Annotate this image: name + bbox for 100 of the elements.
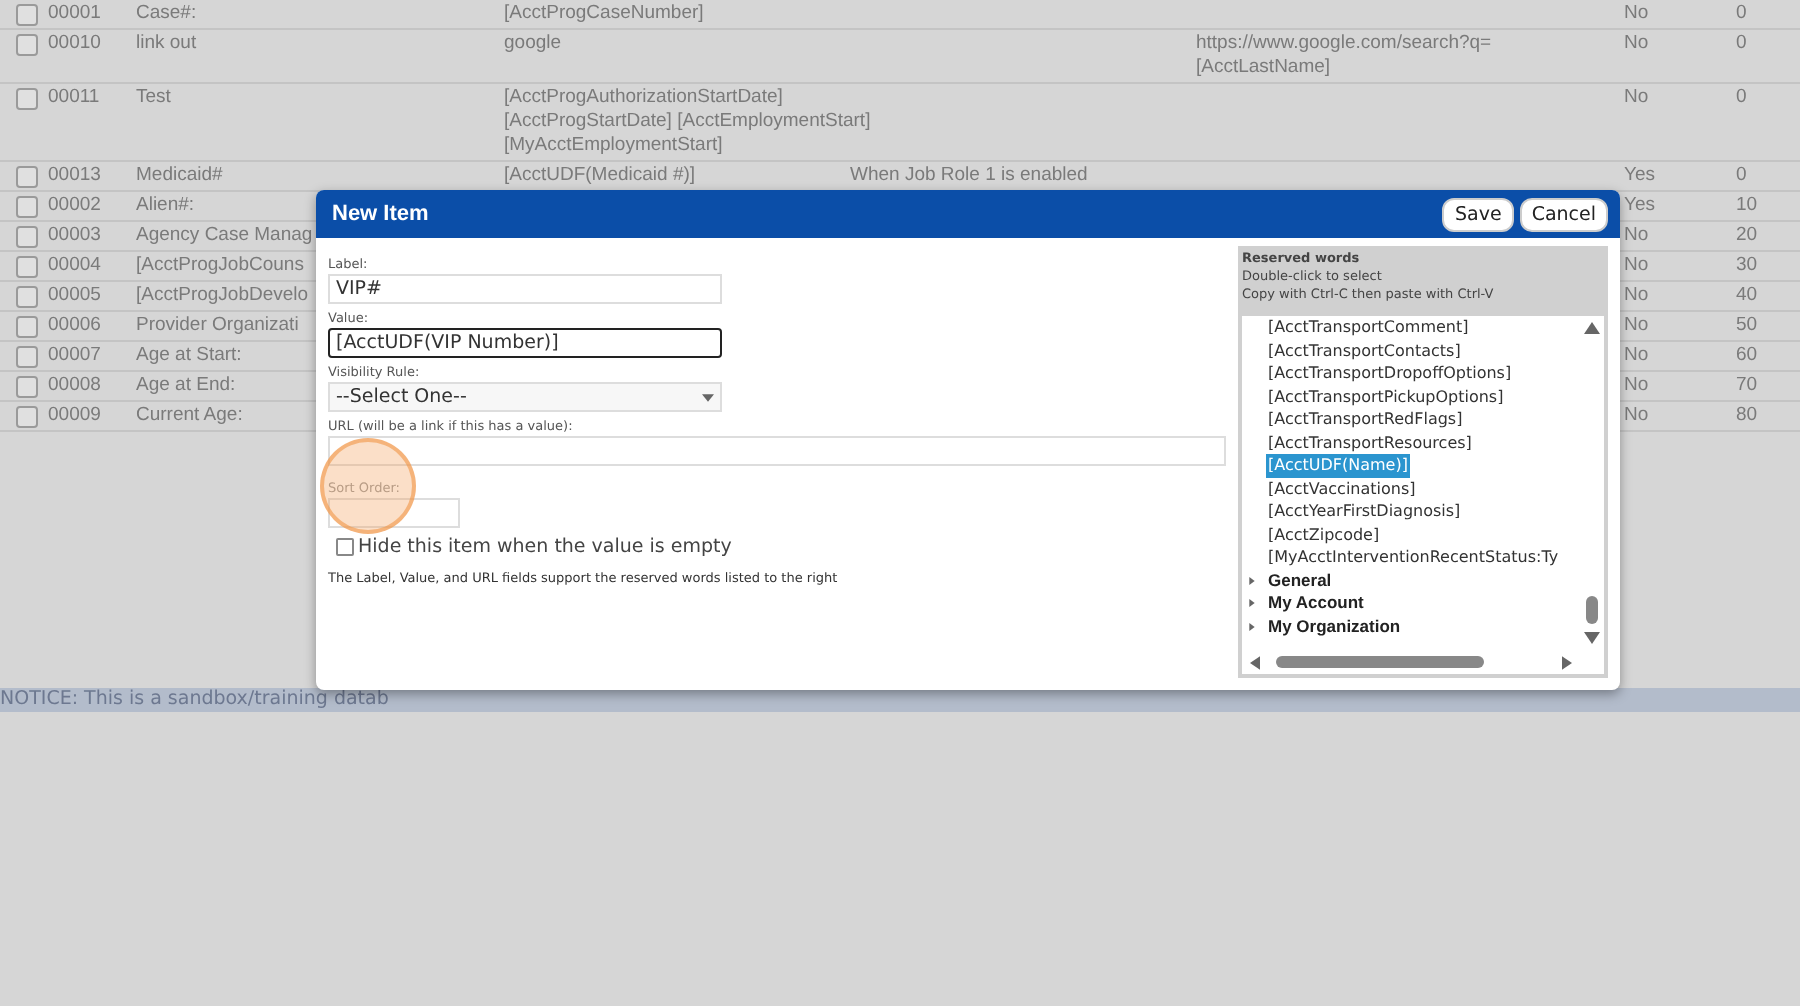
table-cell: Age at Start: (136, 344, 242, 368)
table-cell: 00006 (48, 314, 101, 338)
table-cell: Agency Case Manag (136, 224, 313, 248)
reserved-word-item[interactable]: [AcctTransportDropoffOptions] (1266, 362, 1514, 385)
notice-bar: NOTICE: This is a sandbox/training datab (0, 688, 1800, 712)
visibility-select[interactable]: --Select One-- (328, 382, 722, 412)
table-cell: 0 (1736, 164, 1747, 188)
value-input[interactable]: [AcctUDF(VIP Number)] (328, 328, 722, 358)
row-checkbox[interactable] (16, 4, 38, 26)
checkbox[interactable] (336, 538, 354, 556)
table-cell: 00005 (48, 284, 101, 308)
table-cell: 00004 (48, 254, 101, 278)
scroll-right-icon[interactable] (1562, 655, 1572, 669)
row-checkbox[interactable] (16, 406, 38, 428)
reserved-word-item[interactable]: [AcctTransportRedFlags] (1266, 408, 1465, 431)
row-checkbox[interactable] (16, 166, 38, 188)
table-cell: 30 (1736, 254, 1758, 278)
table-cell: [MyAcctEmploymentStart] (504, 134, 723, 158)
table-cell: No (1624, 404, 1649, 428)
table-cell: No (1624, 374, 1649, 398)
table-cell: [AcctUDF(Medicaid #)] (504, 164, 696, 188)
table-cell: 00007 (48, 344, 101, 368)
table-cell: 0 (1736, 86, 1747, 110)
row-checkbox[interactable] (16, 286, 38, 308)
row-checkbox[interactable] (16, 316, 38, 338)
row-checkbox[interactable] (16, 88, 38, 110)
row-checkbox[interactable] (16, 34, 38, 56)
reserved-word-item[interactable]: [AcctTransportResources] (1266, 431, 1474, 454)
label-input[interactable]: VIP# (328, 274, 722, 304)
scroll-left-icon[interactable] (1250, 655, 1260, 669)
dialog-title: New Item (332, 202, 429, 226)
table-cell: No (1624, 224, 1649, 248)
dialog-button[interactable]: Cancel (1519, 197, 1608, 231)
table-cell: [AcctProgCaseNumber] (504, 2, 704, 26)
table-cell: No (1624, 254, 1649, 278)
row-checkbox[interactable] (16, 376, 38, 398)
reserved-word-item[interactable]: [MyAcctInterventionRecentStatus:Ty (1266, 546, 1561, 569)
table-cell: No (1624, 2, 1649, 26)
table-cell: No (1624, 344, 1649, 368)
url-input[interactable] (328, 436, 1226, 466)
table-cell: Provider Organizati (136, 314, 299, 338)
hide-empty-checkbox[interactable]: Hide this item when the value is empty (336, 536, 732, 558)
tree-group[interactable]: General (1268, 569, 1332, 592)
table-cell: 00013 (48, 164, 101, 188)
table-cell: No (1624, 314, 1649, 338)
scroll-thumb[interactable] (1276, 656, 1484, 668)
table-cell: 0 (1736, 32, 1747, 56)
row-checkbox[interactable] (16, 256, 38, 278)
table-cell: Medicaid# (136, 164, 223, 188)
table-cell: 00002 (48, 194, 101, 218)
reserved-word-item[interactable]: [AcctZipcode] (1266, 523, 1382, 546)
table-cell: 00001 (48, 2, 101, 26)
table-cell: 50 (1736, 314, 1758, 338)
scroll-down-icon[interactable] (1584, 632, 1600, 644)
scroll-thumb[interactable] (1586, 596, 1598, 624)
row-checkbox[interactable] (16, 196, 38, 218)
table-cell: 00009 (48, 404, 101, 428)
table-cell: Yes (1624, 164, 1655, 188)
table-cell: 20 (1736, 224, 1758, 248)
reserved-word-item[interactable]: [AcctTransportPickupOptions] (1266, 385, 1506, 408)
table-cell: When Job Role 1 is enabled (850, 164, 1088, 188)
row-checkbox[interactable] (16, 226, 38, 248)
expand-arrow-icon[interactable] (1248, 621, 1256, 632)
scroll-up-icon[interactable] (1584, 322, 1600, 334)
table-cell: Case#: (136, 2, 197, 26)
table-cell: https://www.google.com/search?q= [AcctLastName] (1196, 32, 1492, 80)
tree-group[interactable]: My Organization (1268, 615, 1401, 638)
table-cell: 0 (1736, 2, 1747, 26)
dialog-button[interactable]: Save (1442, 197, 1514, 231)
table-cell: [AcctProgAuthorizationStartDate] (504, 86, 783, 110)
reserved-word-item[interactable]: [AcctTransportComment] (1266, 316, 1471, 339)
reserved-word-item[interactable]: [AcctVaccinations] (1266, 477, 1418, 500)
table-cell: 00003 (48, 224, 101, 248)
table-cell: Current Age: (136, 404, 243, 428)
table-cell: Alien#: (136, 194, 195, 218)
table-cell: [AcctProgJobCouns (136, 254, 304, 278)
table-cell: 70 (1736, 374, 1758, 398)
table-cell: 40 (1736, 284, 1758, 308)
table-cell: 80 (1736, 404, 1758, 428)
table-cell: 00010 (48, 32, 101, 56)
table-cell: Test (136, 86, 171, 110)
expand-arrow-icon[interactable] (1248, 598, 1256, 609)
expand-arrow-icon[interactable] (1248, 575, 1256, 586)
reserved-word-item[interactable]: [AcctYearFirstDiagnosis] (1266, 500, 1463, 523)
reserved-word-item[interactable]: [AcctTransportContacts] (1266, 339, 1463, 362)
table-cell: No (1624, 86, 1649, 110)
table-cell: No (1624, 32, 1649, 56)
row-checkbox[interactable] (16, 346, 38, 368)
table-cell: [AcctProgJobDevelo (136, 284, 309, 308)
click-highlight (320, 438, 416, 534)
table-cell: google (504, 32, 562, 56)
table-cell: No (1624, 284, 1649, 308)
sort-order-input[interactable] (328, 498, 460, 528)
table-cell: 60 (1736, 344, 1758, 368)
table-cell: Age at End: (136, 374, 236, 398)
table-cell: [AcctProgStartDate] [AcctEmploymentStart] (504, 110, 871, 134)
tree-group[interactable]: My Account (1268, 592, 1364, 615)
table-cell: link out (136, 32, 197, 56)
table-cell: Yes (1624, 194, 1655, 218)
caret-icon (702, 393, 714, 401)
